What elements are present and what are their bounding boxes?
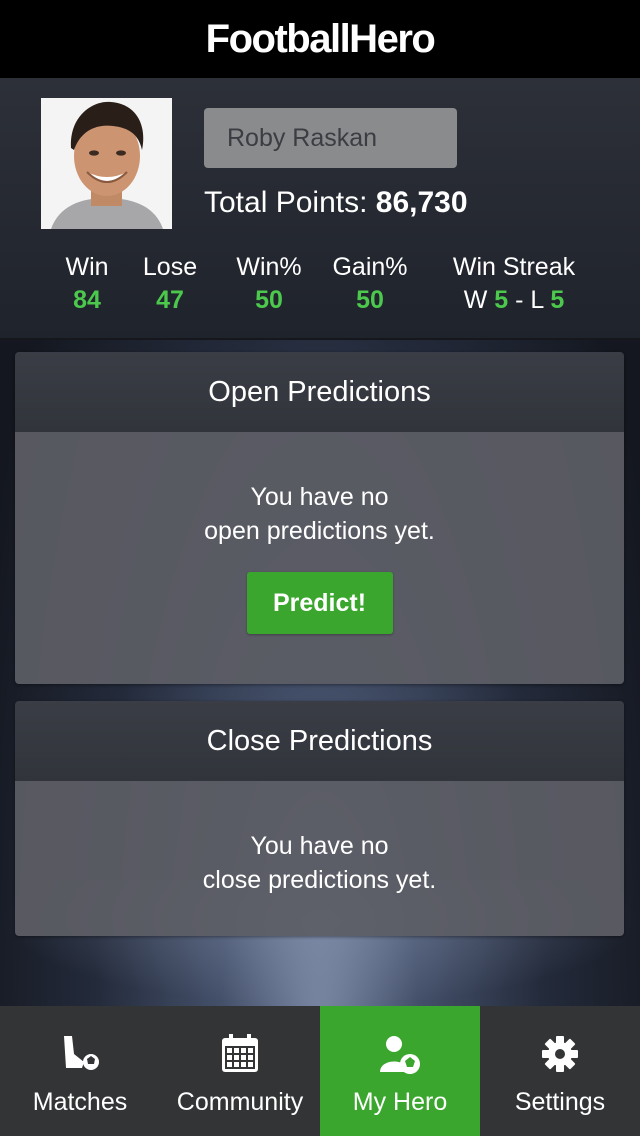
close-predictions-body: You have no close predictions yet. (15, 781, 624, 936)
stat-label: Win Streak (452, 253, 576, 281)
streak-separator: - (515, 286, 524, 314)
tab-label: Settings (514, 1088, 606, 1116)
stat-win-percent: Win% 50 (228, 252, 310, 318)
streak-w-prefix: W (463, 286, 488, 314)
stats-row: Win 84 Lose 47 Win% 50 Gain% 50 Win Stre… (0, 252, 640, 322)
tab-label: My Hero (352, 1088, 448, 1116)
profile-panel: Roby Raskan Total Points: 86,730 Win 84 … (0, 78, 640, 340)
username-text: Roby Raskan (227, 123, 378, 152)
tab-community[interactable]: Community (160, 1006, 320, 1136)
stat-label: Win (65, 253, 109, 281)
user-ball-icon (380, 1036, 420, 1074)
stat-win-streak: Win Streak W 5 - L 5 (440, 252, 588, 318)
app-logo: FootballHero (205, 16, 436, 61)
tab-settings[interactable]: Settings (480, 1006, 640, 1136)
calendar-icon (222, 1034, 258, 1072)
streak-l-prefix: L (530, 286, 544, 314)
open-predictions-message-line2: open predictions yet. (204, 517, 435, 545)
close-predictions-title: Close Predictions (15, 701, 624, 781)
boot-ball-icon (64, 1036, 99, 1070)
stat-win: Win 84 (58, 252, 116, 318)
username-field[interactable]: Roby Raskan (204, 108, 457, 168)
stat-label: Win% (236, 253, 302, 281)
stat-gain-percent: Gain% 50 (324, 252, 416, 318)
streak-l-value: 5 (550, 286, 565, 314)
close-predictions-message-line2: close predictions yet. (202, 866, 437, 894)
predict-button[interactable]: Predict! (246, 572, 393, 634)
streak-w-value: 5 (494, 286, 509, 314)
total-points-value: 86,730 (375, 186, 468, 219)
stat-value: 84 (73, 286, 101, 314)
total-points: Total Points: 86,730 (204, 186, 468, 220)
tab-my-hero[interactable]: My Hero (320, 1006, 480, 1136)
stat-value: 50 (255, 286, 283, 314)
stat-lose: Lose 47 (136, 252, 204, 318)
open-predictions-body: You have no open predictions yet. Predic… (15, 432, 624, 684)
tab-label: Matches (32, 1088, 128, 1116)
stat-label: Lose (142, 253, 198, 281)
stat-value: 47 (156, 286, 184, 314)
total-points-label: Total Points: (204, 186, 368, 219)
gear-icon (542, 1036, 578, 1072)
stat-label: Gain% (332, 253, 408, 281)
tab-label: Community (176, 1088, 304, 1116)
open-predictions-card: Open Predictions You have no open predic… (15, 352, 624, 684)
tab-matches[interactable]: Matches (0, 1006, 160, 1136)
bottom-tab-bar: Matches Community My Hero Settings (0, 1006, 640, 1136)
avatar-portrait-icon (41, 98, 172, 229)
streak-value: W 5 - L 5 (440, 282, 588, 318)
close-predictions-message-line1: You have no (250, 832, 389, 860)
app-header: FootballHero (0, 0, 640, 78)
avatar[interactable] (41, 98, 172, 229)
close-predictions-card: Close Predictions You have no close pred… (15, 701, 624, 936)
open-predictions-message-line1: You have no (250, 483, 389, 511)
stat-value: 50 (356, 286, 384, 314)
open-predictions-title: Open Predictions (15, 352, 624, 432)
